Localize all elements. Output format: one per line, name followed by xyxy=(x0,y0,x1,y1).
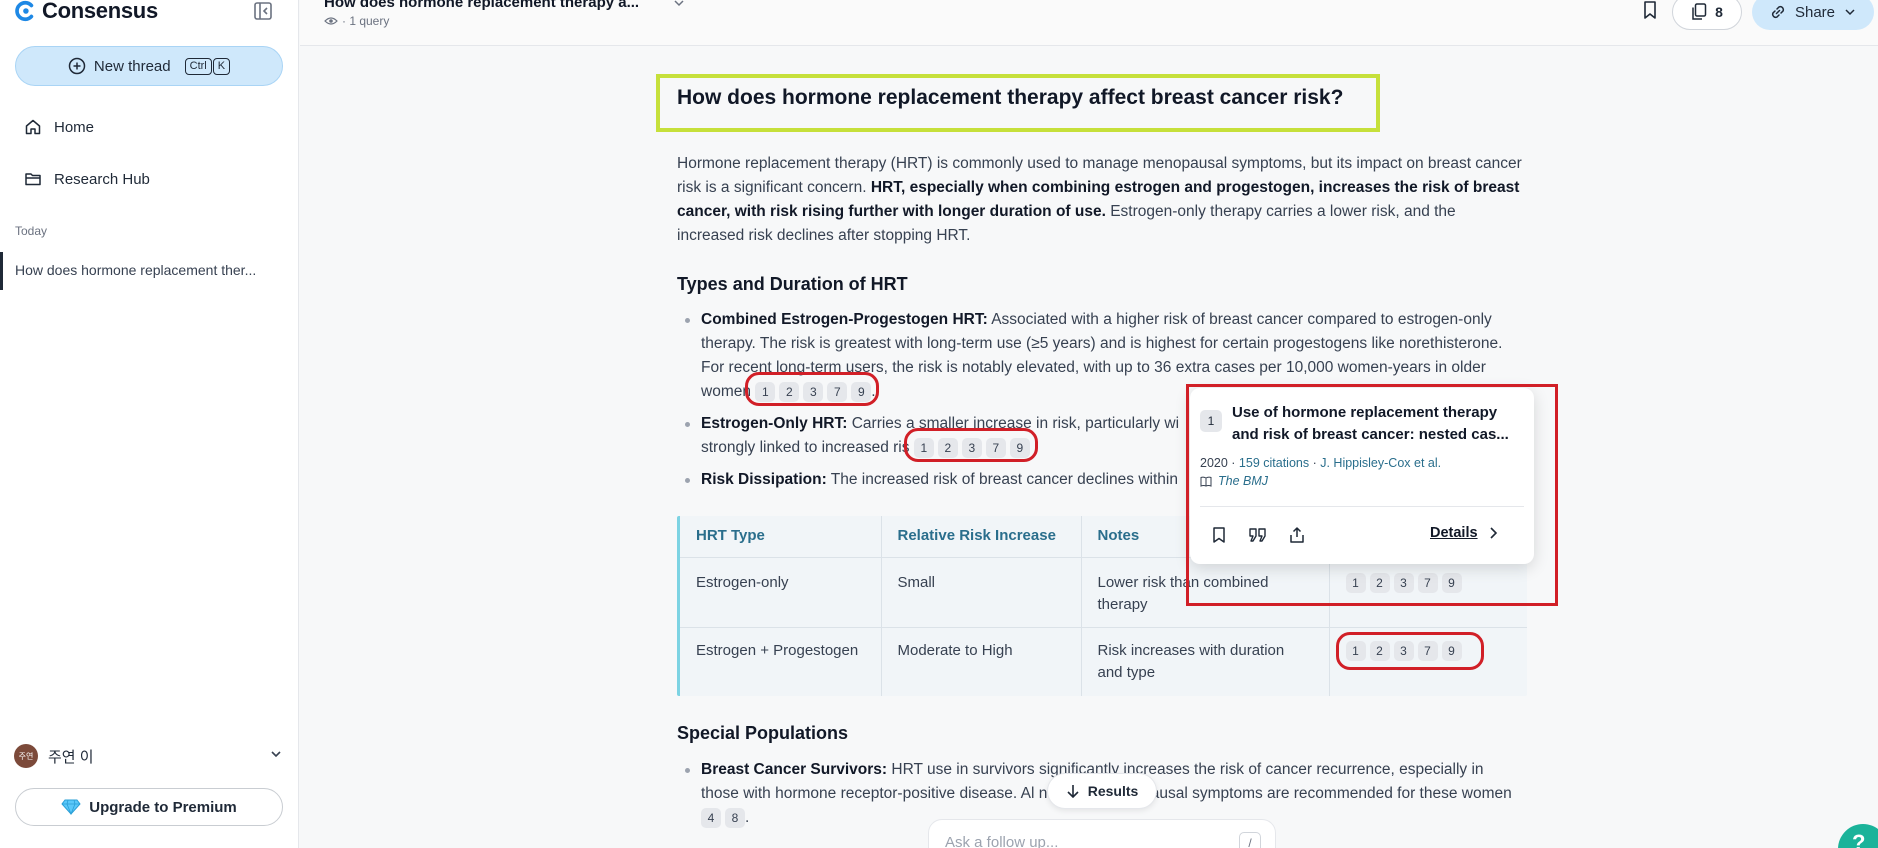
home-icon xyxy=(25,119,41,135)
sidebar-item-home[interactable]: Home xyxy=(24,118,94,136)
item-title: Breast Cancer Survivors: xyxy=(701,761,888,778)
item-text: strongly linked to increased ris xyxy=(701,439,910,456)
copy-icon xyxy=(1692,3,1707,20)
column-header: HRT Type xyxy=(680,516,882,558)
table-cell: Estrogen-only xyxy=(680,557,882,628)
reference-group: 1 2 3 7 9 xyxy=(903,428,1038,462)
plus-circle-icon xyxy=(68,57,86,75)
reference-chip[interactable]: 8 xyxy=(725,807,745,828)
chevron-down-icon xyxy=(1845,9,1855,16)
bookmark-icon[interactable] xyxy=(1640,0,1660,20)
new-thread-label: New thread xyxy=(93,57,171,75)
follow-up-input[interactable]: Ask a follow up... / xyxy=(928,819,1276,848)
user-menu[interactable]: 주연 주연 이 xyxy=(14,744,284,768)
help-button[interactable]: ? xyxy=(1838,824,1878,848)
sidebar-item-research-hub[interactable]: Research Hub xyxy=(24,170,150,188)
section-heading: Special Populations xyxy=(677,723,849,743)
annotation-oval xyxy=(903,428,1038,462)
table-cell: Estrogen + Progestogen xyxy=(680,627,882,696)
annotation-oval xyxy=(1335,632,1484,670)
diamond-icon xyxy=(61,799,81,816)
shortcut-key: / xyxy=(1239,832,1261,848)
item-title: Combined Estrogen-Progestogen HRT: xyxy=(701,311,988,328)
table-cell: Moderate to High xyxy=(881,627,1082,696)
results-button[interactable]: Results xyxy=(1047,773,1157,809)
brand-name: Consensus xyxy=(42,0,158,23)
section-heading: Types and Duration of HRT xyxy=(677,274,908,294)
table-cell: Small xyxy=(881,557,1082,628)
saved-count: 8 xyxy=(1715,4,1723,20)
reference-chip[interactable]: 4 xyxy=(701,807,721,828)
item-title: Risk Dissipation: xyxy=(701,471,827,488)
column-header: Relative Risk Increase xyxy=(881,516,1082,558)
upgrade-button[interactable]: Upgrade to Premium xyxy=(15,788,283,826)
top-bar: How does hormone replacement therapy a..… xyxy=(300,0,1878,46)
collapse-sidebar-icon[interactable] xyxy=(252,0,274,22)
table-cell-references: 1 2 3 7 9 xyxy=(1329,628,1527,696)
reference-group: 1 2 3 7 9 . xyxy=(745,372,880,406)
query-count: · 1 query xyxy=(324,14,389,28)
sidebar: Consensus New thread Ctrl K Home Researc… xyxy=(0,0,299,848)
brand[interactable]: Consensus xyxy=(14,0,158,24)
item-title: Estrogen-Only HRT: xyxy=(701,415,848,432)
eye-icon xyxy=(324,17,338,25)
arrow-down-icon xyxy=(1067,785,1079,798)
chevron-down-icon xyxy=(271,751,281,758)
section-label-today: Today xyxy=(15,224,48,238)
share-button[interactable]: Share xyxy=(1752,0,1874,30)
shortcut-key: K xyxy=(212,57,231,75)
query-count-text: · 1 query xyxy=(342,14,390,28)
share-label: Share xyxy=(1794,3,1836,21)
consensus-logo-icon xyxy=(15,0,34,22)
saved-count-button[interactable]: 8 xyxy=(1672,0,1742,30)
sidebar-item-label: Home xyxy=(54,118,95,136)
reference-chips: 4 8 xyxy=(701,807,745,828)
sidebar-item-label: Research Hub xyxy=(54,170,150,188)
user-name: 주연 이 xyxy=(48,748,94,766)
reference-group: 1 2 3 7 9 xyxy=(1335,632,1484,670)
link-icon xyxy=(1771,5,1785,19)
table-cell: Risk increases with duration and type xyxy=(1081,627,1330,696)
annotation-box xyxy=(1186,384,1558,606)
thread-item[interactable]: How does hormone replacement ther... xyxy=(0,252,298,290)
chevron-down-icon[interactable] xyxy=(672,0,686,10)
question-title: How does hormone replacement therapy aff… xyxy=(677,86,1344,109)
annotation-oval xyxy=(745,372,880,406)
shortcut-key: Ctrl xyxy=(184,57,212,75)
avatar: 주연 xyxy=(14,744,38,768)
folder-icon xyxy=(25,173,41,186)
intro-paragraph: Hormone replacement therapy (HRT) is com… xyxy=(677,152,1523,248)
results-label: Results xyxy=(1087,783,1139,799)
follow-up-placeholder: Ask a follow up... xyxy=(945,834,1059,848)
upgrade-label: Upgrade to Premium xyxy=(89,798,237,816)
item-text: The increased risk of breast cancer decl… xyxy=(826,471,1178,488)
table-row: Estrogen + Progestogen Moderate to High … xyxy=(680,627,1527,696)
shortcut-keys: Ctrl K xyxy=(184,57,231,75)
thread-title[interactable]: How does hormone replacement therapy a..… xyxy=(324,0,639,11)
new-thread-button[interactable]: New thread Ctrl K xyxy=(15,46,283,86)
